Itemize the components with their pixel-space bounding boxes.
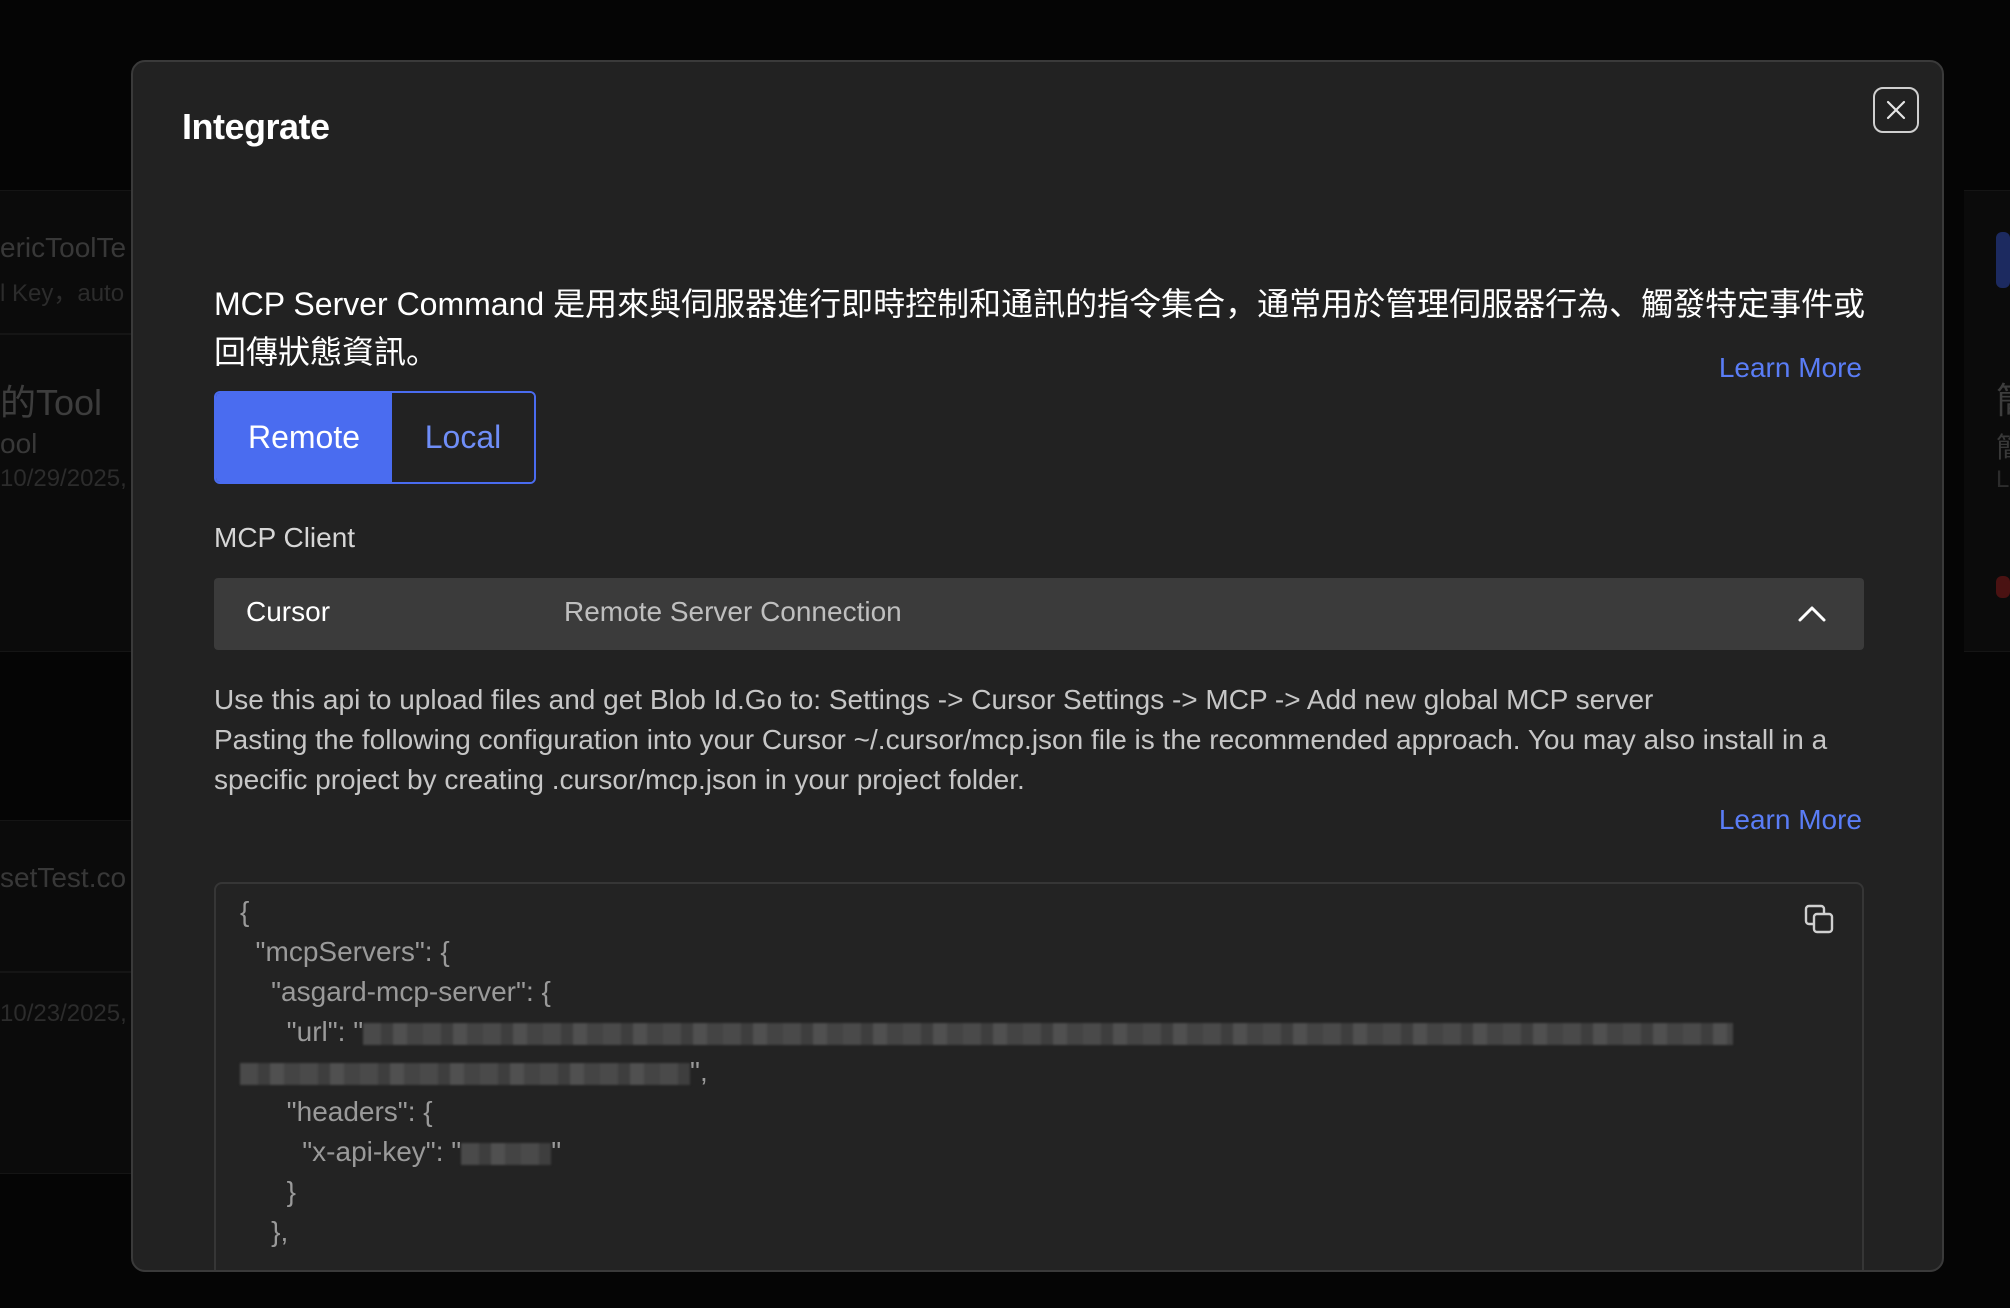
- code-line: "x-api-key": ": [240, 1136, 462, 1167]
- learn-more-link[interactable]: Learn More: [1719, 804, 1862, 836]
- background-text: l Key，auto: [0, 280, 125, 307]
- code-line: "url": ": [240, 1016, 364, 1047]
- background-badge: [1996, 576, 2010, 598]
- instructions-line: Use this api to upload files and get Blo…: [214, 684, 1654, 715]
- tab-local[interactable]: Local: [392, 393, 534, 482]
- integrate-modal: Integrate MCP Server Command 是用來與伺服器進行即時…: [131, 60, 1944, 1272]
- modal-title: Integrate: [182, 106, 330, 147]
- mcp-client-select[interactable]: Cursor Remote Server Connection: [214, 578, 1864, 650]
- redacted-api-key: [461, 1142, 552, 1165]
- code-line: "headers": {: [240, 1096, 433, 1127]
- tab-remote[interactable]: Remote: [216, 393, 392, 482]
- code-line: }: [240, 1176, 297, 1207]
- code-line: ",: [690, 1056, 708, 1087]
- background-text: L: [1996, 466, 2010, 493]
- code-line: ": [551, 1136, 562, 1167]
- code-line: "mcpServers": {: [240, 936, 450, 967]
- learn-more-link[interactable]: Learn More: [1719, 352, 1862, 384]
- copy-icon[interactable]: [1802, 902, 1838, 938]
- code-line: },: [240, 1216, 289, 1247]
- background-text: ool: [0, 428, 38, 459]
- client-name: Cursor: [246, 596, 331, 627]
- redacted-url: [363, 1022, 1734, 1045]
- close-icon: [1886, 100, 1906, 120]
- description-text: MCP Server Command 是用來與伺服器進行即時控制和通訊的指令集合…: [214, 286, 1866, 370]
- instructions-line: Pasting the following configuration into…: [214, 724, 1828, 755]
- background-text: ericToolTe: [0, 232, 127, 263]
- background-text: setTest.co: [0, 862, 127, 893]
- connection-type-toggle: Remote Local: [214, 391, 536, 484]
- code-line: {: [240, 896, 250, 927]
- config-code: { "mcpServers": { "asgard-mcp-server": {…: [240, 892, 1734, 1252]
- instructions-line: specific project by creating .cursor/mcp…: [214, 764, 1025, 795]
- background-badge: [1996, 232, 2010, 288]
- background-text: 簡: [1996, 372, 2010, 424]
- instructions-text: Use this api to upload files and get Blo…: [214, 680, 1874, 800]
- config-code-block: { "mcpServers": { "asgard-mcp-server": {…: [214, 882, 1864, 1270]
- background-text: 的Tool: [0, 382, 103, 423]
- background-text: 10/29/2025,: [0, 465, 127, 492]
- redacted-url: [240, 1062, 690, 1085]
- background-text: 簡: [1996, 426, 2010, 466]
- mcp-client-label: MCP Client: [214, 522, 356, 553]
- client-mode: Remote Server Connection: [564, 596, 902, 627]
- close-button[interactable]: [1873, 87, 1919, 133]
- background-text: 10/23/2025,: [0, 1000, 127, 1027]
- background-card: [0, 820, 131, 972]
- chevron-up-icon: [1798, 606, 1826, 622]
- code-line: "asgard-mcp-server": {: [240, 976, 551, 1007]
